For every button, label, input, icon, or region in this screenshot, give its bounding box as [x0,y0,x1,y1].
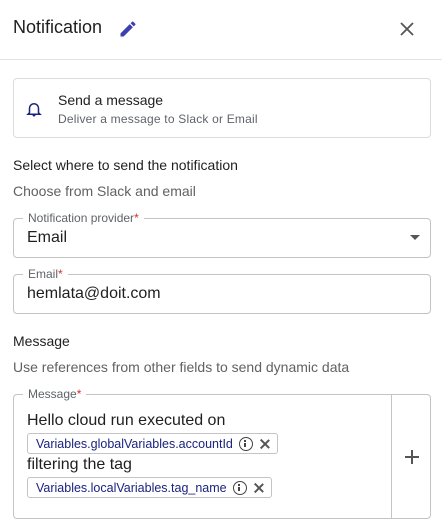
card-title: Send a message [58,92,164,108]
bell-icon [25,99,43,119]
message-text-line: Hello cloud run executed on [27,412,226,429]
drawer-header: Notification [0,0,442,60]
provider-label: Notification provider* [23,211,144,225]
destination-subtitle: Choose from Slack and email [13,183,196,199]
email-label: Email* [23,267,68,281]
remove-chip-icon[interactable] [253,482,265,494]
provider-value: Email [27,229,68,246]
message-editor[interactable]: Hello cloud run executed on Variables.gl… [27,411,383,499]
message-text-line: filtering the tag [27,456,132,473]
message-label: Message* [23,387,87,401]
email-field[interactable]: Email* hemlata@doit.com [13,267,431,314]
reference-chip[interactable]: Variables.localVariables.tag_name [27,477,272,498]
chevron-down-icon[interactable] [410,235,420,240]
message-section-subtitle: Use references from other fields to send… [13,359,350,375]
reference-chip[interactable]: Variables.globalVariables.accountId [27,433,278,454]
info-icon[interactable] [238,436,253,451]
card-subtitle: Deliver a message to Slack or Email [58,112,258,126]
info-icon[interactable] [232,480,247,495]
send-message-card[interactable]: Send a message Deliver a message to Slac… [13,78,431,138]
remove-chip-icon[interactable] [259,438,271,450]
pencil-icon[interactable] [118,19,138,39]
page-title: Notification [13,17,103,37]
close-button[interactable] [394,16,420,42]
add-reference-button[interactable] [391,394,431,519]
close-icon [400,22,414,36]
message-field[interactable]: Message* Hello cloud run executed on Var… [13,387,391,519]
destination-title: Select where to send the notification [13,157,238,173]
notification-provider-select[interactable]: Notification provider* Email [13,211,431,258]
email-value[interactable]: hemlata@doit.com [27,285,161,303]
message-section-title: Message [13,333,70,349]
